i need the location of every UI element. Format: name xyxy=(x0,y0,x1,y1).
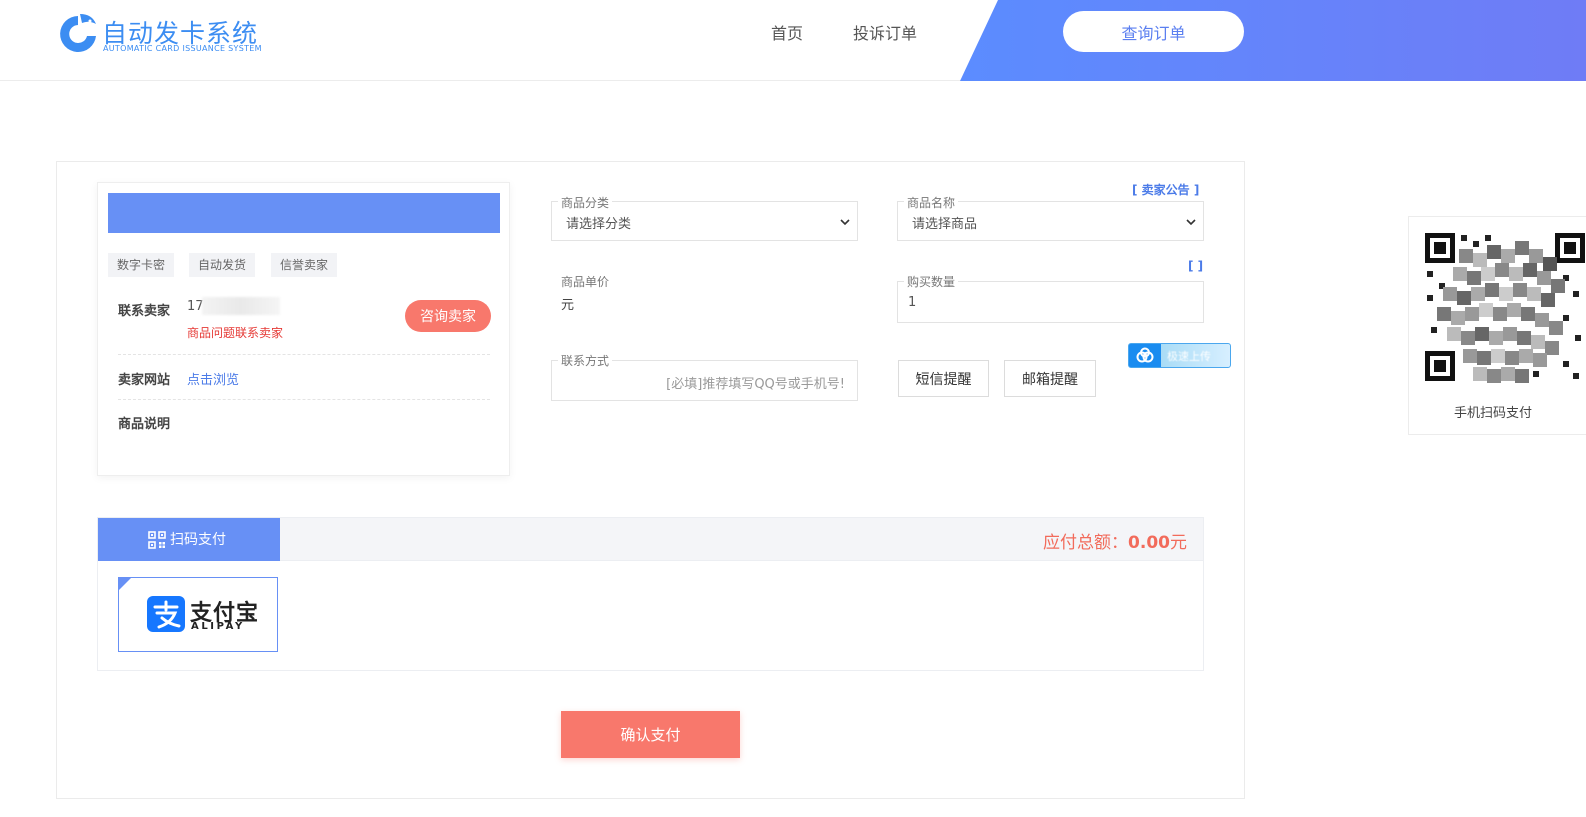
total-value: 0.00 xyxy=(1128,533,1170,553)
seller-website-label: 卖家网站 xyxy=(118,373,171,388)
total-label: 应付总额： xyxy=(1043,533,1129,553)
qr-code-icon xyxy=(1423,231,1586,383)
tab-scan-pay-label: 扫码支付 xyxy=(170,532,226,548)
tag-trusted-seller: 信誉卖家 xyxy=(271,253,338,277)
product-description-label: 商品说明 xyxy=(118,417,171,432)
divider xyxy=(118,399,490,400)
divider xyxy=(118,354,490,355)
category-label: 商品分类 xyxy=(558,194,613,211)
logo-mark-icon xyxy=(60,14,96,52)
unit-price-value: 元 xyxy=(561,298,575,313)
confirm-payment-button[interactable]: 确认支付 xyxy=(561,711,740,758)
product-select-value: 请选择商品 xyxy=(912,217,978,232)
payment-methods: 支付宝 ALIPAY xyxy=(97,561,1204,671)
alipay-name-en: ALIPAY xyxy=(191,621,245,632)
tab-scan-pay[interactable]: 扫码支付 xyxy=(98,518,280,562)
quantity-label: 购买数量 xyxy=(904,273,959,290)
header-accent-band xyxy=(960,0,1586,81)
total-amount: 应付总额：0.00元 xyxy=(1043,528,1187,553)
alipay-logo-icon xyxy=(147,596,185,632)
contact-note: 商品问题联系卖家 xyxy=(187,326,284,340)
chevron-down-icon xyxy=(840,219,850,226)
upload-badge[interactable]: 极速上传 xyxy=(1128,343,1231,368)
total-unit: 元 xyxy=(1170,533,1187,553)
contact-seller-label: 联系卖家 xyxy=(118,304,171,319)
query-order-button[interactable]: 查询订单 xyxy=(1063,11,1244,52)
tag-digital-card: 数字卡密 xyxy=(108,253,175,277)
contact-redacted xyxy=(202,297,280,315)
contact-method-label: 联系方式 xyxy=(558,352,613,369)
seller-banner xyxy=(108,193,500,233)
qr-caption: 手机扫码支付 xyxy=(1454,406,1533,421)
chevron-down-icon xyxy=(1186,219,1196,226)
category-select-value: 请选择分类 xyxy=(566,217,632,232)
payment-method-alipay[interactable]: 支付宝 ALIPAY xyxy=(118,577,278,652)
tag-auto-delivery: 自动发货 xyxy=(189,253,256,277)
seller-info-card: 数字卡密 自动发货 信誉卖家 联系卖家 17 商品问题联系卖家 咨询卖家 卖家网… xyxy=(97,182,510,476)
selected-corner xyxy=(119,578,131,590)
cloud-icon xyxy=(1136,347,1154,363)
logo-subtitle: AUTOMATIC CARD ISSUANCE SYSTEM xyxy=(103,44,262,53)
header: 自动发卡系统 AUTOMATIC CARD ISSUANCE SYSTEM 首页… xyxy=(0,0,1586,81)
product-name-label: 商品名称 xyxy=(904,194,959,211)
quantity-bracket[interactable]: [ ] xyxy=(1188,259,1203,273)
qr-pay-panel: 手机扫码支付 xyxy=(1408,216,1586,435)
qr-code-image xyxy=(1423,231,1586,383)
payment-tabs: 扫码支付 应付总额：0.00元 xyxy=(97,517,1204,562)
upload-badge-text: 极速上传 xyxy=(1167,350,1211,363)
email-reminder-button[interactable]: 邮箱提醒 xyxy=(1004,360,1096,397)
logo[interactable]: 自动发卡系统 AUTOMATIC CARD ISSUANCE SYSTEM xyxy=(56,10,262,58)
seller-notice-link[interactable]: [ 卖家公告 ] xyxy=(1132,181,1199,198)
nav-complaint-order[interactable]: 投诉订单 xyxy=(853,20,917,44)
consult-seller-button[interactable]: 咨询卖家 xyxy=(405,300,491,332)
unit-price-label: 商品单价 xyxy=(558,273,613,290)
qr-code-icon xyxy=(148,531,166,549)
sms-reminder-button[interactable]: 短信提醒 xyxy=(898,360,989,397)
seller-website-link[interactable]: 点击浏览 xyxy=(187,369,239,388)
nav-home[interactable]: 首页 xyxy=(771,20,803,44)
